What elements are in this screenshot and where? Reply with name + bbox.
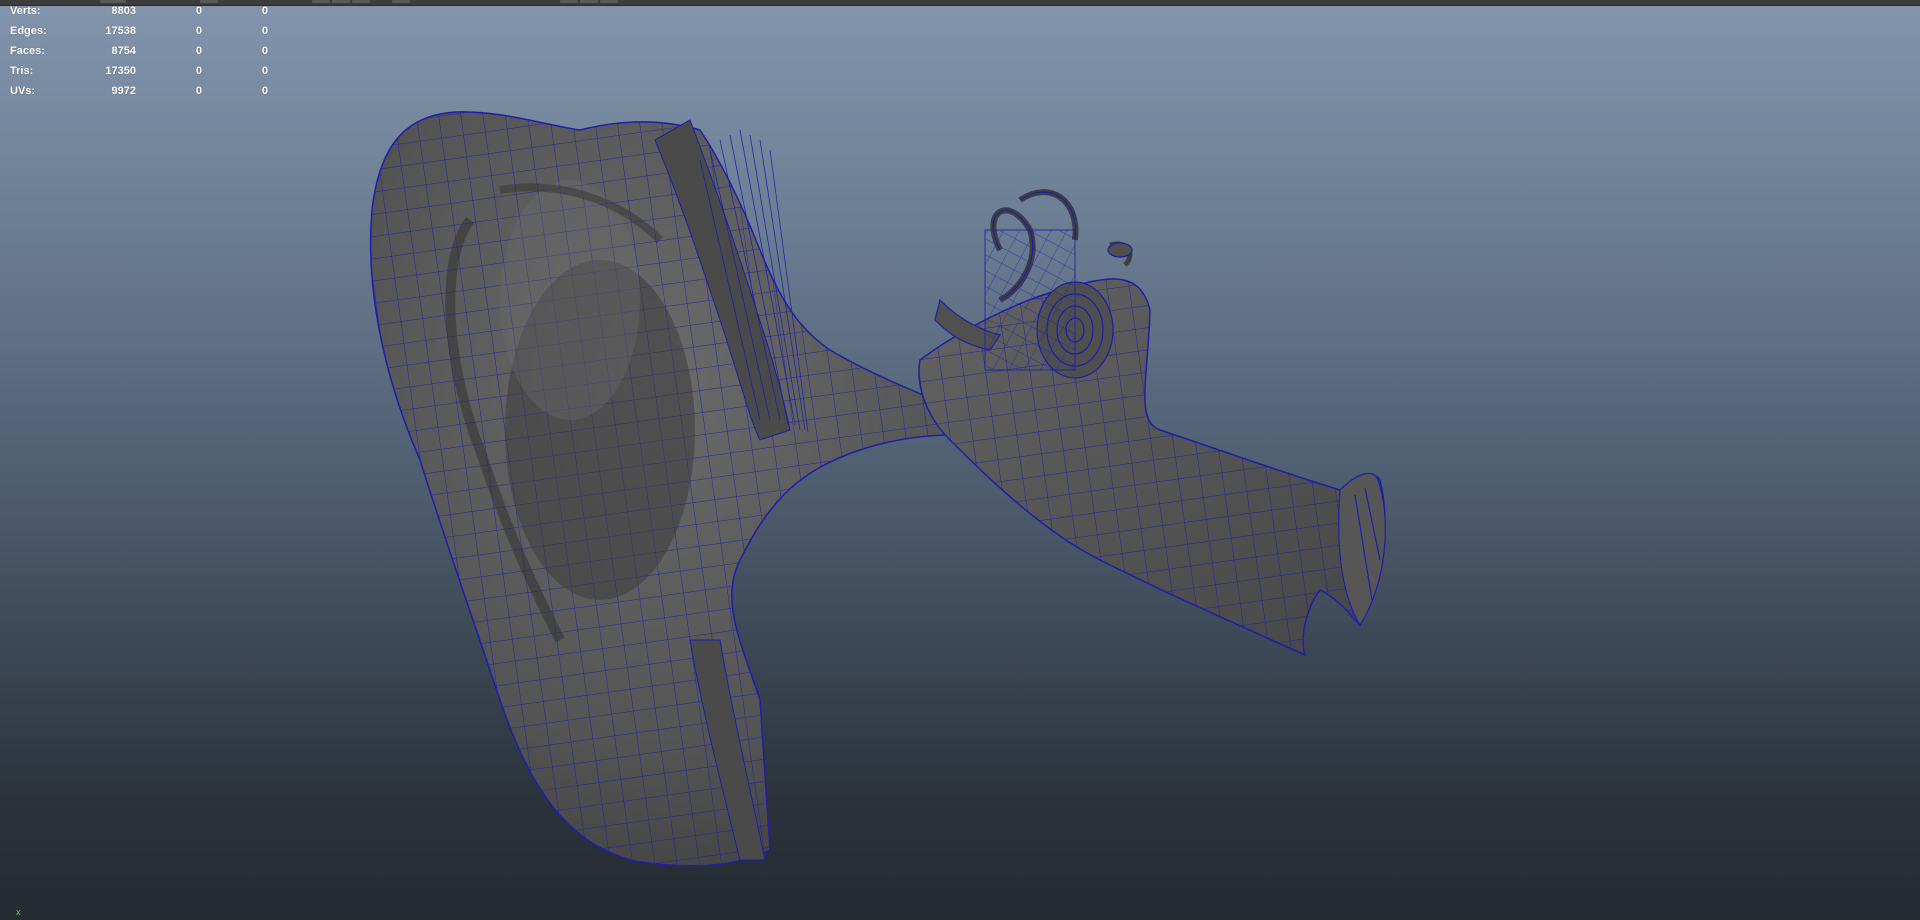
hud-value: 8754 — [111, 45, 136, 57]
hud-label: Edges: — [10, 25, 47, 37]
toolbar-strip — [0, 0, 1920, 6]
hud-value: 0 — [261, 25, 268, 37]
hud-row-tris: Tris: 17350 0 0 — [10, 64, 270, 84]
ear-model[interactable] — [0, 0, 1920, 920]
hud-label: Tris: — [10, 65, 34, 77]
toolbar-button[interactable] — [200, 0, 218, 3]
hud-row-faces: Faces: 8754 0 0 — [10, 44, 270, 64]
hud-value: 8803 — [111, 5, 136, 17]
hud-value: 0 — [261, 85, 268, 97]
hud-value: 0 — [195, 45, 202, 57]
hud-value: 0 — [261, 5, 268, 17]
toolbar-button[interactable] — [312, 0, 330, 3]
toolbar-button[interactable] — [100, 0, 126, 3]
hud-value: 0 — [195, 85, 202, 97]
hud-value: 0 — [195, 65, 202, 77]
toolbar-button[interactable] — [580, 0, 598, 3]
hud-value: 9972 — [111, 85, 136, 97]
toolbar-button[interactable] — [352, 0, 370, 3]
toolbar-button[interactable] — [392, 0, 410, 3]
hud-value: 17538 — [105, 25, 136, 37]
hud-label: UVs: — [10, 85, 36, 97]
hud-value: 0 — [261, 65, 268, 77]
hud-label: Verts: — [10, 5, 41, 17]
hud-row-edges: Edges: 17538 0 0 — [10, 24, 270, 44]
hud-value: 0 — [195, 25, 202, 37]
hud-value: 0 — [261, 45, 268, 57]
viewport[interactable] — [0, 0, 1920, 920]
hud-value: 17350 — [105, 65, 136, 77]
axis-indicator: x — [16, 907, 21, 917]
toolbar-button[interactable] — [560, 0, 578, 3]
hud-row-uvs: UVs: 9972 0 0 — [10, 84, 270, 104]
auricle-mesh — [369, 111, 1011, 867]
hud-row-verts: Verts: 8803 0 0 — [10, 4, 270, 24]
canal-mesh — [918, 278, 1386, 657]
hud-value: 0 — [195, 5, 202, 17]
poly-count-hud: Verts: 8803 0 0 Edges: 17538 0 0 Faces: … — [10, 4, 270, 104]
toolbar-button[interactable] — [332, 0, 350, 3]
toolbar-button[interactable] — [600, 0, 618, 3]
hud-label: Faces: — [10, 45, 45, 57]
